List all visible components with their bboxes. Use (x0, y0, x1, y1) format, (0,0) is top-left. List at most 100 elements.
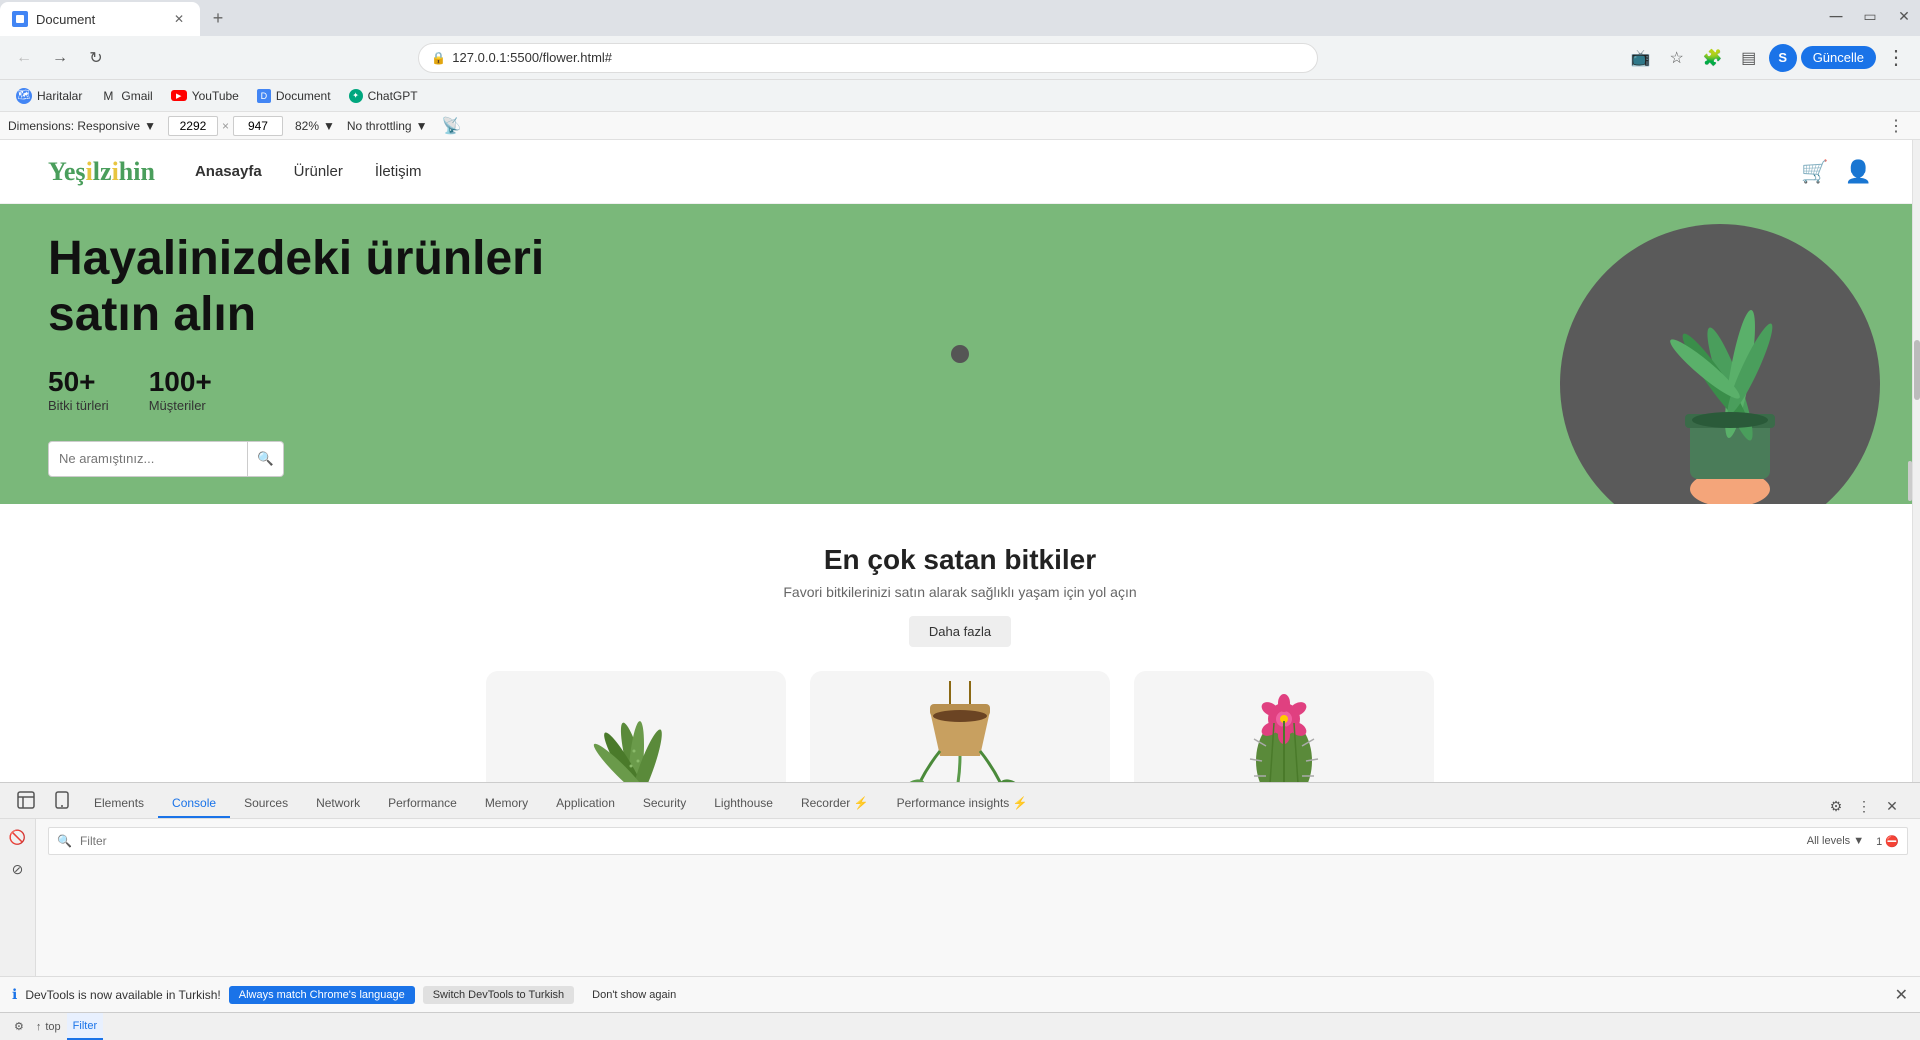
devtools-tab-performance[interactable]: Performance (374, 790, 471, 818)
chatgpt-favicon: ✦ (349, 89, 363, 103)
devtools-inspect-button[interactable] (8, 783, 44, 818)
sensors-button[interactable]: 📡 (439, 114, 463, 138)
stat-customers: 100+ Müşteriler (149, 366, 212, 413)
bookmark-chatgpt[interactable]: ✦ ChatGPT (341, 85, 426, 107)
forward-button[interactable]: → (44, 42, 76, 74)
hero-stats: 50+ Bitki türleri 100+ Müşteriler (48, 366, 1872, 413)
menu-button[interactable]: ⋮ (1880, 42, 1912, 74)
devtools-tab-security[interactable]: Security (629, 790, 700, 818)
height-input[interactable] (233, 116, 283, 136)
extensions-button[interactable]: 🧩 (1697, 42, 1729, 74)
match-language-button[interactable]: Always match Chrome's language (229, 986, 415, 1004)
bookmark-youtube-label: YouTube (192, 89, 239, 103)
devtools-left-panel: 🚫 ⊘ (0, 819, 36, 976)
devtools-tab-network[interactable]: Network (302, 790, 374, 818)
update-button[interactable]: Güncelle (1801, 46, 1876, 69)
site-navigation: Yeşilzihin Anasayfa Ürünler İletişim 🛒 👤 (0, 140, 1920, 204)
nav-link-anasayfa[interactable]: Anasayfa (195, 163, 262, 180)
status-settings-button[interactable]: ⚙ (8, 1013, 30, 1040)
tab-title: Document (36, 12, 162, 27)
devtools-tab-elements[interactable]: Elements (80, 790, 158, 818)
bookmark-youtube[interactable]: ▶ YouTube (163, 85, 247, 107)
devtools-tab-perf-insights[interactable]: Performance insights ⚡ (883, 790, 1042, 818)
status-top-button[interactable]: ↑ top (30, 1013, 67, 1040)
devtools-clear-button[interactable]: 🚫 (4, 823, 32, 851)
cast-button[interactable]: 📺 (1625, 42, 1657, 74)
product-card-cactus[interactable] (1134, 671, 1434, 782)
dont-show-button[interactable]: Don't show again (582, 986, 686, 1004)
devtools-console-main: 🔍 All levels ▼ 1 ⛔ (36, 819, 1920, 976)
hero-carousel-dot[interactable] (951, 345, 969, 363)
page-scrollbar[interactable] (1912, 140, 1920, 782)
youtube-favicon: ▶ (171, 90, 187, 101)
notification-info-icon: ℹ (12, 986, 17, 1003)
devtools-tab-application[interactable]: Application (542, 790, 629, 818)
hero-title: Hayalinizdeki ürünleri satın alın (48, 231, 548, 341)
notification-text: DevTools is now available in Turkish! (25, 988, 220, 1002)
products-title: En çok satan bitkiler (48, 544, 1872, 576)
address-bar[interactable]: 🔒 127.0.0.1:5500/flower.html# (418, 43, 1318, 73)
devtools-scrollbar-thumb[interactable] (1908, 461, 1912, 501)
tab-close-button[interactable]: ✕ (170, 10, 188, 28)
url-text: 127.0.0.1:5500/flower.html# (452, 50, 1305, 65)
filter-all[interactable]: All levels ▼ (1807, 835, 1864, 848)
devtools-tab-lighthouse[interactable]: Lighthouse (700, 790, 787, 818)
zoom-label: 82% (295, 119, 319, 133)
page-area: Yeşilzihin Anasayfa Ürünler İletişim 🛒 👤 (0, 140, 1920, 782)
minimize-button[interactable]: ─ (1820, 0, 1852, 32)
devtools-dimension-bar: Dimensions: Responsive ▼ × 82% ▼ No thro… (0, 112, 1920, 140)
active-tab[interactable]: Document ✕ (0, 2, 200, 36)
stat-plants: 50+ Bitki türleri (48, 366, 109, 413)
status-filter-active[interactable]: Filter (67, 1013, 103, 1040)
console-filter-input[interactable] (80, 834, 1799, 848)
bookmark-document[interactable]: D Document (249, 85, 339, 107)
notification-close-button[interactable]: ✕ (1895, 985, 1908, 1005)
reload-button[interactable]: ↻ (80, 42, 112, 74)
filter-1-error[interactable]: 1 ⛔ (1876, 835, 1899, 848)
bookmark-gmail[interactable]: M Gmail (92, 84, 160, 108)
profile-button[interactable]: S (1769, 44, 1797, 72)
devtools-tab-console[interactable]: Console (158, 790, 230, 818)
width-input[interactable] (168, 116, 218, 136)
aloe-illustration (546, 681, 726, 782)
products-section: En çok satan bitkiler Favori bitkilerini… (0, 504, 1920, 782)
user-icon[interactable]: 👤 (1845, 159, 1872, 185)
nav-link-iletisim[interactable]: İletişim (375, 163, 422, 180)
close-window-button[interactable]: ✕ (1888, 0, 1920, 32)
document-favicon: D (257, 89, 271, 103)
bookmark-haritalar[interactable]: 🗺 Haritalar (8, 84, 90, 108)
devtools-tab-sources[interactable]: Sources (230, 790, 302, 818)
throttle-label: No throttling (347, 119, 412, 133)
hero-plant-illustration (1600, 214, 1860, 504)
top-label: top (45, 1021, 60, 1033)
devtools-settings-button[interactable]: ⚙ (1824, 794, 1848, 818)
more-button[interactable]: Daha fazla (909, 616, 1011, 647)
bookmarks-bar: 🗺 Haritalar M Gmail ▶ YouTube D Document… (0, 80, 1920, 112)
product-card-aloe[interactable] (486, 671, 786, 782)
cart-icon[interactable]: 🛒 (1801, 159, 1828, 185)
devtools-tab-memory[interactable]: Memory (471, 790, 542, 818)
product-card-hanging[interactable] (810, 671, 1110, 782)
inspect-icon (17, 791, 35, 809)
maximize-button[interactable]: ▭ (1854, 0, 1886, 32)
devtools-tab-recorder[interactable]: Recorder ⚡ (787, 790, 883, 818)
devtools-more-tabs-button[interactable]: ⋮ (1852, 794, 1876, 818)
devtools-device-button[interactable] (44, 783, 80, 818)
devtools-filter-button[interactable]: ⊘ (4, 855, 32, 883)
devtools-tabs: Elements Console Sources Network Perform… (0, 783, 1920, 819)
bookmark-button[interactable]: ☆ (1661, 42, 1693, 74)
search-input[interactable] (48, 441, 248, 477)
switch-turkish-button[interactable]: Switch DevTools to Turkish (423, 986, 574, 1004)
devtools-close-button[interactable]: ✕ (1880, 794, 1904, 818)
sidebar-button[interactable]: ▤ (1733, 42, 1765, 74)
scrollbar-thumb[interactable] (1914, 340, 1920, 400)
zoom-group: 82% ▼ (295, 119, 335, 133)
logo-accent: i (86, 157, 93, 186)
log-level-filters: All levels ▼ 1 ⛔ (1807, 835, 1899, 848)
width-group: × (168, 116, 283, 136)
new-tab-button[interactable]: + (204, 4, 232, 32)
devtools-more-button[interactable]: ⋮ (1880, 112, 1912, 142)
search-button[interactable]: 🔍 (248, 441, 284, 477)
back-button[interactable]: ← (8, 42, 40, 74)
nav-link-urunler[interactable]: Ürünler (294, 163, 343, 180)
